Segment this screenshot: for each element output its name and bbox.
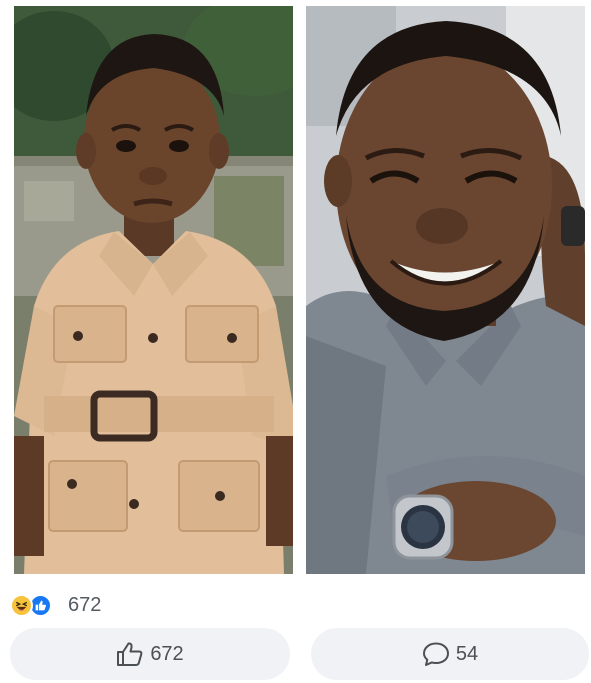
reaction-count: 672	[68, 593, 102, 616]
child-photo-illustration	[14, 6, 293, 574]
haha-reaction-icon	[10, 594, 33, 617]
reactions-summary[interactable]: 672	[10, 590, 101, 620]
post: 672 672 54	[0, 0, 591, 683]
comment-bubble-icon	[422, 641, 450, 667]
thumbs-up-icon	[116, 641, 144, 667]
comment-button[interactable]: 54	[311, 628, 589, 680]
like-button[interactable]: 672	[10, 628, 290, 680]
photo-grid[interactable]	[0, 0, 591, 585]
comment-count: 54	[455, 642, 479, 665]
like-count: 672	[150, 642, 184, 665]
photo-man[interactable]	[306, 6, 585, 574]
photo-child[interactable]	[14, 6, 293, 574]
action-bar: 672 54	[0, 628, 591, 682]
reaction-icons	[10, 592, 62, 618]
man-photo-illustration	[306, 6, 585, 574]
